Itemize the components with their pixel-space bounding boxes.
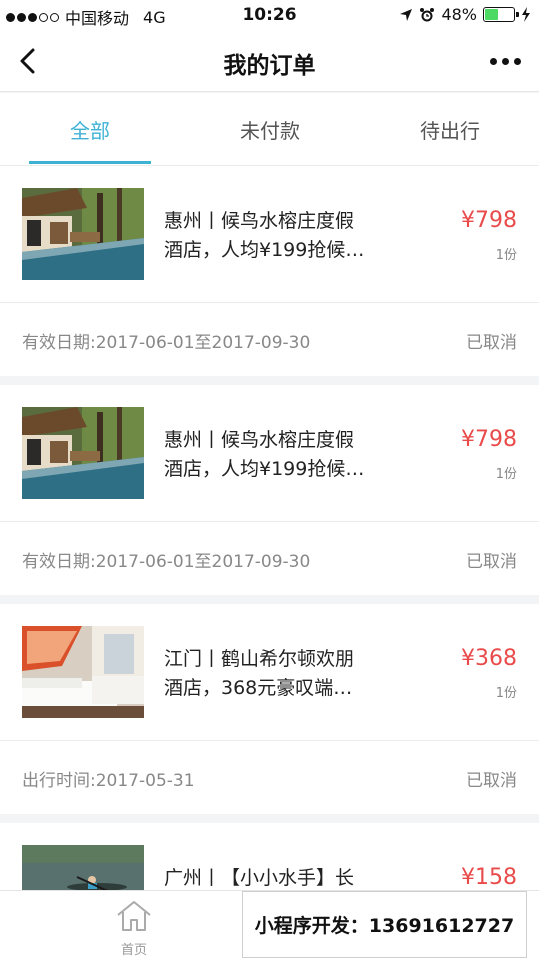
order-quantity: 1份 bbox=[495, 686, 517, 701]
status-bar: 中国移动 4G 10:26 48% bbox=[0, 0, 539, 30]
order-thumbnail bbox=[22, 407, 144, 499]
order-status: 已取消 bbox=[466, 552, 517, 572]
order-card[interactable]: 惠州丨候鸟水榕庄度假 酒店，人均¥199抢候… ¥798 1份 有效日期:201… bbox=[0, 385, 539, 595]
battery-icon bbox=[483, 7, 519, 22]
status-right: 48% bbox=[399, 5, 531, 24]
charging-bolt-icon bbox=[522, 7, 530, 22]
order-title: 惠州丨候鸟水榕庄度假 酒店，人均¥199抢候… bbox=[164, 429, 365, 480]
alarm-clock-icon bbox=[420, 7, 435, 21]
order-title: 广州丨【小小水手】长 bbox=[164, 867, 355, 889]
order-valid-date: 有效日期:2017-06-01至2017-09-30 bbox=[22, 333, 311, 353]
order-price: ¥798 bbox=[461, 427, 517, 452]
order-thumbnail bbox=[22, 626, 144, 718]
order-price: ¥158 bbox=[461, 865, 517, 890]
order-card[interactable]: 惠州丨候鸟水榕庄度假 酒店，人均¥199抢候… ¥798 1份 有效日期:201… bbox=[0, 166, 539, 376]
active-tab-indicator bbox=[29, 161, 151, 164]
card-divider bbox=[0, 521, 539, 522]
order-title: 江门丨鹤山希尔顿欢朋 酒店，368元豪叹端… bbox=[164, 648, 355, 699]
order-valid-date: 有效日期:2017-06-01至2017-09-30 bbox=[22, 552, 311, 572]
order-card[interactable]: 江门丨鹤山希尔顿欢朋 酒店，368元豪叹端… ¥368 1份 出行时间:2017… bbox=[0, 604, 539, 814]
order-quantity: 1份 bbox=[495, 248, 517, 263]
order-thumbnail bbox=[22, 845, 144, 890]
order-price: ¥368 bbox=[461, 646, 517, 671]
order-tabs: 全部 未付款 待出行 bbox=[0, 93, 539, 166]
battery-percent: 48% bbox=[441, 5, 477, 24]
order-price: ¥798 bbox=[461, 208, 517, 233]
order-card[interactable]: 广州丨【小小水手】长 ¥158 bbox=[0, 823, 539, 890]
contact-watermark: 小程序开发：13691612727 bbox=[242, 891, 527, 958]
tab-upcoming[interactable]: 待出行 bbox=[360, 115, 539, 144]
more-dots-icon bbox=[490, 58, 497, 65]
more-menu-button[interactable] bbox=[490, 58, 521, 65]
home-icon bbox=[117, 901, 151, 931]
card-divider bbox=[0, 302, 539, 303]
tab-home[interactable]: 首页 bbox=[104, 899, 164, 958]
order-travel-date: 出行时间:2017-05-31 bbox=[22, 771, 195, 791]
page-title: 我的订单 bbox=[223, 53, 316, 79]
card-divider bbox=[0, 740, 539, 741]
order-thumbnail bbox=[22, 188, 144, 280]
order-title: 惠州丨候鸟水榕庄度假 酒店，人均¥199抢候… bbox=[164, 210, 365, 261]
order-status: 已取消 bbox=[466, 771, 517, 791]
tab-home-label: 首页 bbox=[120, 943, 147, 958]
tab-all[interactable]: 全部 bbox=[0, 115, 180, 144]
location-arrow-icon bbox=[400, 8, 413, 21]
order-status: 已取消 bbox=[466, 333, 517, 353]
order-quantity: 1份 bbox=[495, 467, 517, 482]
tab-unpaid[interactable]: 未付款 bbox=[180, 115, 360, 144]
navigation-bar: 我的订单 bbox=[0, 30, 539, 92]
